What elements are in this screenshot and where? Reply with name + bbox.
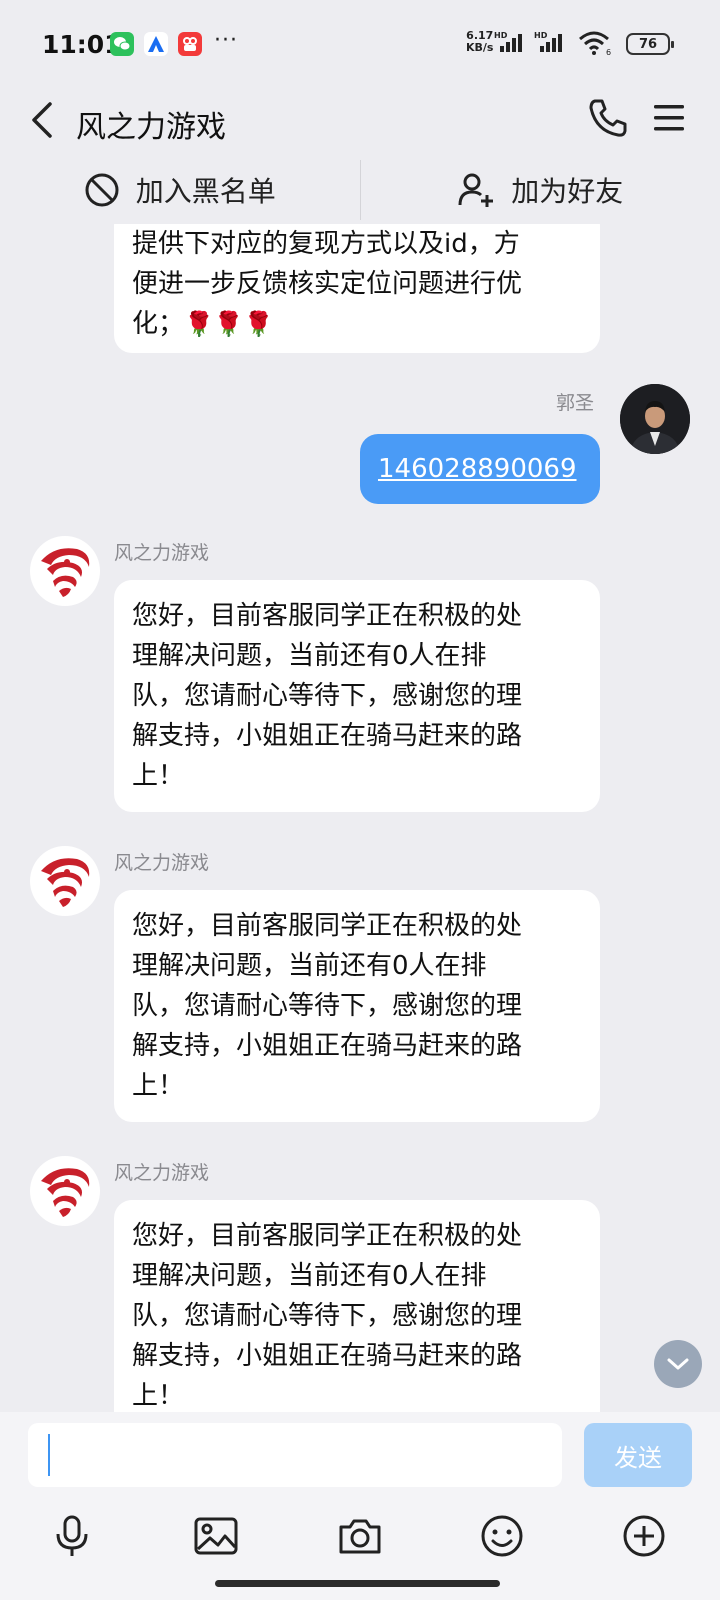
fengzhili-logo-icon: [41, 858, 90, 907]
message-input[interactable]: [28, 1423, 562, 1487]
avatar[interactable]: [30, 536, 100, 606]
call-button[interactable]: [586, 96, 630, 140]
text-cursor: [48, 1434, 50, 1476]
rose-emoji: 🌹🌹🌹: [184, 310, 274, 338]
add-friend-label: 加为好友: [511, 175, 624, 208]
net-speed: 6.17 KB/s: [466, 29, 494, 54]
fengzhili-logo-icon: [41, 548, 90, 597]
blacklist-button[interactable]: 加入黑名单: [0, 156, 360, 224]
add-friend-button[interactable]: 加为好友: [361, 156, 720, 224]
send-button[interactable]: 发送: [584, 1423, 692, 1487]
add-user-icon: [458, 173, 494, 207]
message-bubble[interactable]: 您好，目前客服同学正在积极的处 理解决问题，当前还有0人在排 队，您请耐心等待下…: [114, 580, 600, 812]
home-indicator[interactable]: [215, 1580, 500, 1587]
signal-icon: HD: [494, 31, 522, 52]
more-notifications-icon: ···: [214, 28, 238, 53]
scroll-to-bottom-button[interactable]: [654, 1340, 702, 1388]
sender-name: 风之力游戏: [114, 542, 210, 564]
camera-icon: [339, 1519, 381, 1554]
avatar[interactable]: [30, 846, 100, 916]
sent-message-bubble[interactable]: 146028890069: [360, 434, 600, 504]
block-icon: [85, 173, 119, 207]
chevron-left-icon: [32, 102, 52, 138]
message-bubble[interactable]: 您好，目前客服同学正在积极的处 理解决问题，当前还有0人在排 队，您请耐心等待下…: [114, 1200, 600, 1412]
blacklist-label: 加入黑名单: [135, 175, 276, 208]
chat-header: 风之力游戏: [0, 88, 720, 156]
sender-name: 风之力游戏: [114, 1162, 210, 1184]
composer-toolbar: [0, 1500, 720, 1572]
svg-text:HD: HD: [534, 31, 548, 40]
user-avatar-image: [620, 384, 690, 454]
microphone-icon: [56, 1515, 88, 1556]
signal-icon-2: HD: [534, 31, 562, 52]
svg-text:6: 6: [606, 48, 611, 56]
chat-messages[interactable]: 提供下对应的复现方式以及id，方 便进一步反馈核实定位问题进行优 化；🌹🌹🌹 郭…: [0, 224, 720, 1412]
voice-button[interactable]: [46, 1510, 98, 1562]
menu-button[interactable]: [646, 96, 690, 140]
avatar[interactable]: [30, 1156, 100, 1226]
wifi-icon: 6: [579, 31, 611, 56]
status-bar: 11:01 ··· 6.17 KB/s HD HD 6 76: [0, 0, 720, 88]
image-icon: [194, 1517, 238, 1555]
plus-icon: [623, 1515, 665, 1557]
svg-text:HD: HD: [494, 31, 508, 40]
fengzhili-logo-icon: [41, 1168, 90, 1217]
video-app-icon: [178, 32, 202, 56]
message-bubble[interactable]: 提供下对应的复现方式以及id，方 便进一步反馈核实定位问题进行优 化；🌹🌹🌹: [114, 224, 600, 353]
phone-number-link[interactable]: 146028890069: [378, 454, 577, 484]
app-a-icon: [144, 32, 168, 56]
avatar[interactable]: [620, 384, 690, 454]
chevron-down-icon: [667, 1358, 689, 1370]
more-button[interactable]: [618, 1510, 670, 1562]
wechat-icon: [110, 32, 134, 56]
phone-icon: [589, 99, 627, 137]
emoji-icon: [481, 1515, 523, 1557]
sender-name: 郭圣: [556, 392, 595, 414]
contact-actions: 加入黑名单 加为好友: [0, 156, 720, 224]
sender-name: 风之力游戏: [114, 852, 210, 874]
back-button[interactable]: [22, 98, 62, 142]
camera-button[interactable]: [334, 1510, 386, 1562]
image-button[interactable]: [190, 1510, 242, 1562]
emoji-button[interactable]: [476, 1510, 528, 1562]
message-bubble[interactable]: 您好，目前客服同学正在积极的处 理解决问题，当前还有0人在排 队，您请耐心等待下…: [114, 890, 600, 1122]
menu-icon: [654, 105, 684, 131]
battery-indicator: 76: [626, 33, 674, 55]
page-title: 风之力游戏: [76, 110, 226, 145]
